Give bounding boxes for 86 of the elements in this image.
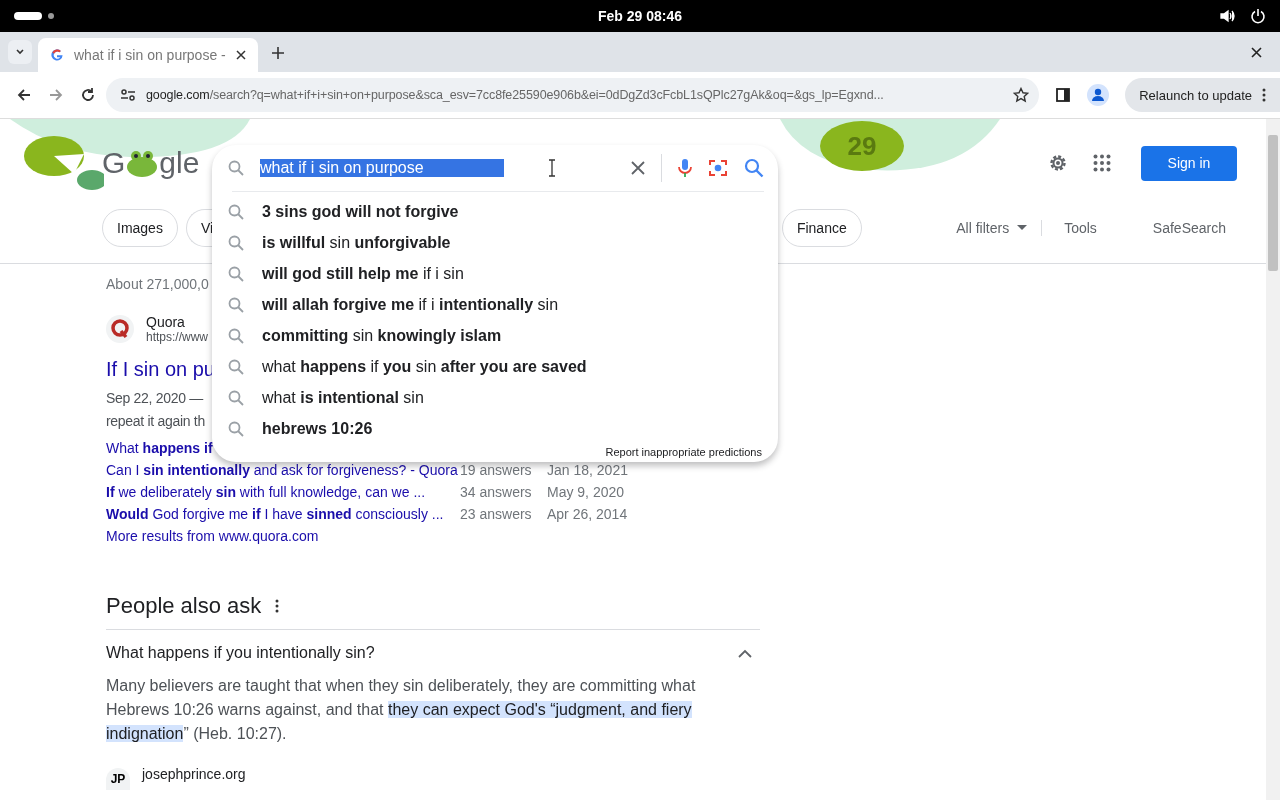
suggestion-item[interactable]: will allah forgive me if i intentionally sin xyxy=(212,289,778,320)
site-logo-icon: JP xyxy=(106,768,130,790)
camera-lens-icon[interactable] xyxy=(708,158,728,178)
filter-chip[interactable]: Finance xyxy=(781,209,862,247)
more-results-link[interactable]: More results from www.quora.com xyxy=(106,525,760,547)
tab-list-button[interactable] xyxy=(8,40,32,64)
suggestion-item[interactable]: will god still help me if i sin xyxy=(212,258,778,289)
report-link[interactable]: Report inappropriate predictions xyxy=(605,446,762,458)
search-icon xyxy=(228,327,244,344)
back-icon[interactable] xyxy=(16,87,32,103)
power-icon[interactable] xyxy=(1250,8,1266,24)
answer-date: Jan 18, 2021 xyxy=(547,462,628,478)
suggestion-item[interactable]: what happens if you sin after you are saved xyxy=(212,351,778,382)
search-icon xyxy=(228,420,244,437)
address-bar[interactable]: google.com/search?q=what+if+i+sin+on+purpose&sca_esv=7cc8fe25590e906b&ei=0dDgZd3cFcbL1sQPlc27gAk&oq=&gs_lp=Egxnd... xyxy=(106,78,1040,112)
search-icon xyxy=(228,389,244,406)
question-text: What happens if you intentionally sin? xyxy=(106,644,375,662)
result-stats: About 271,000,0 xyxy=(106,276,210,292)
google-g-icon xyxy=(50,48,64,62)
side-panel-icon[interactable] xyxy=(1055,87,1072,103)
chevron-icon[interactable] xyxy=(738,648,752,658)
tab-title: what if i sin on purpose - xyxy=(74,47,226,63)
frog-icon xyxy=(125,148,160,178)
close-icon[interactable] xyxy=(1251,47,1262,58)
volume-icon[interactable] xyxy=(1220,8,1236,24)
all-filters-dropdown[interactable]: All filters xyxy=(942,220,1043,236)
site-info-icon[interactable] xyxy=(120,88,136,102)
filter-link[interactable]: Tools xyxy=(1050,220,1111,236)
caret-icon xyxy=(15,47,25,57)
suggestion-item[interactable]: 3 sins god will not forgive xyxy=(212,196,778,227)
clear-icon[interactable] xyxy=(631,161,645,175)
workspace-dot xyxy=(48,13,54,19)
section-heading: People also ask xyxy=(106,593,262,619)
relaunch-button[interactable]: Relaunch to update xyxy=(1125,78,1280,112)
related-question-link[interactable]: Would God forgive me if I have sinned consciously ... xyxy=(106,506,460,522)
suggestion-item[interactable]: committing sin knowingly islam xyxy=(212,320,778,351)
sign-in-button[interactable]: Sign in xyxy=(1141,145,1237,181)
clock[interactable]: Feb 29 08:46 xyxy=(597,8,683,24)
suggestion-item[interactable]: what is intentional sin xyxy=(212,382,778,413)
search-icon xyxy=(228,265,244,282)
answer-date: Apr 26, 2014 xyxy=(547,506,628,522)
browser-tab[interactable]: what if i sin on purpose - xyxy=(38,38,258,72)
activities-indicator[interactable] xyxy=(14,12,42,20)
answer-count: 23 answers xyxy=(460,506,533,522)
search-field[interactable]: what if i sin on purpose xyxy=(260,159,504,177)
more-options-icon[interactable] xyxy=(275,599,280,613)
quora-logo-icon xyxy=(106,315,134,343)
suggestion-item[interactable]: is willful sin unforgivable xyxy=(212,227,778,258)
microphone-icon[interactable] xyxy=(678,158,692,178)
search-icon[interactable] xyxy=(744,158,764,178)
settings-icon[interactable] xyxy=(1047,152,1069,174)
forward-icon[interactable] xyxy=(48,87,64,103)
more-options-icon xyxy=(1262,88,1266,102)
filter-chip[interactable]: Images xyxy=(102,209,178,247)
profile-icon[interactable] xyxy=(1087,84,1110,106)
question-accordion[interactable]: What happens if you intentionally sin? xyxy=(106,630,760,674)
search-icon xyxy=(228,296,244,313)
result-snippet: repeat it again th xyxy=(106,412,205,431)
filter-chip[interactable]: Vi xyxy=(185,209,213,247)
related-question-link[interactable]: If we deliberately sin with full knowledge, can we ... xyxy=(106,484,460,500)
result-snippet: Sep 22, 2020 — xyxy=(106,389,203,408)
related-question-link[interactable]: What happens if xyxy=(106,440,213,456)
filter-link[interactable]: SafeSearch xyxy=(1138,220,1240,236)
search-icon xyxy=(228,160,244,176)
site-name: Quora xyxy=(146,314,186,330)
answer-count: 34 answers xyxy=(460,484,533,500)
new-tab-icon[interactable] xyxy=(271,47,284,59)
caret-icon xyxy=(1017,225,1028,231)
search-icon xyxy=(228,203,244,220)
url-text: google.com/search?q=what+if+i+sin+on+purpose&sca_esv=7cc8fe25590e906b&ei=0dDgZd3cFcbL1sQPlc27gAk&oq=&gs_lp=Egxnd... xyxy=(146,88,885,102)
text-cursor-icon xyxy=(548,159,556,177)
search-icon xyxy=(228,358,244,375)
site-url: https://www xyxy=(146,330,208,344)
answer-date: May 9, 2020 xyxy=(547,484,625,500)
doodle-logo[interactable]: G gle xyxy=(24,134,200,192)
search-icon xyxy=(228,234,244,251)
reload-icon[interactable] xyxy=(80,87,96,103)
answer-paragraph: Many believers are taught that when they sin deliberately, they are committing what Hebrews 10:26 warns against, and that they can expect God's “judgment, and fiery indignation” (Heb. 10:27). xyxy=(106,676,697,744)
close-icon[interactable] xyxy=(235,50,246,60)
site-name: josephprince.org xyxy=(142,766,246,782)
scrollbar[interactable] xyxy=(1266,119,1280,800)
related-question-link[interactable]: Can I sin intentionally and ask for forgiveness? - Quora xyxy=(106,462,460,478)
apps-grid-icon[interactable] xyxy=(1093,154,1111,172)
answer-count: 19 answers xyxy=(460,462,533,478)
star-icon[interactable] xyxy=(1013,87,1030,103)
suggestion-item[interactable]: hebrews 10:26 xyxy=(212,413,778,444)
